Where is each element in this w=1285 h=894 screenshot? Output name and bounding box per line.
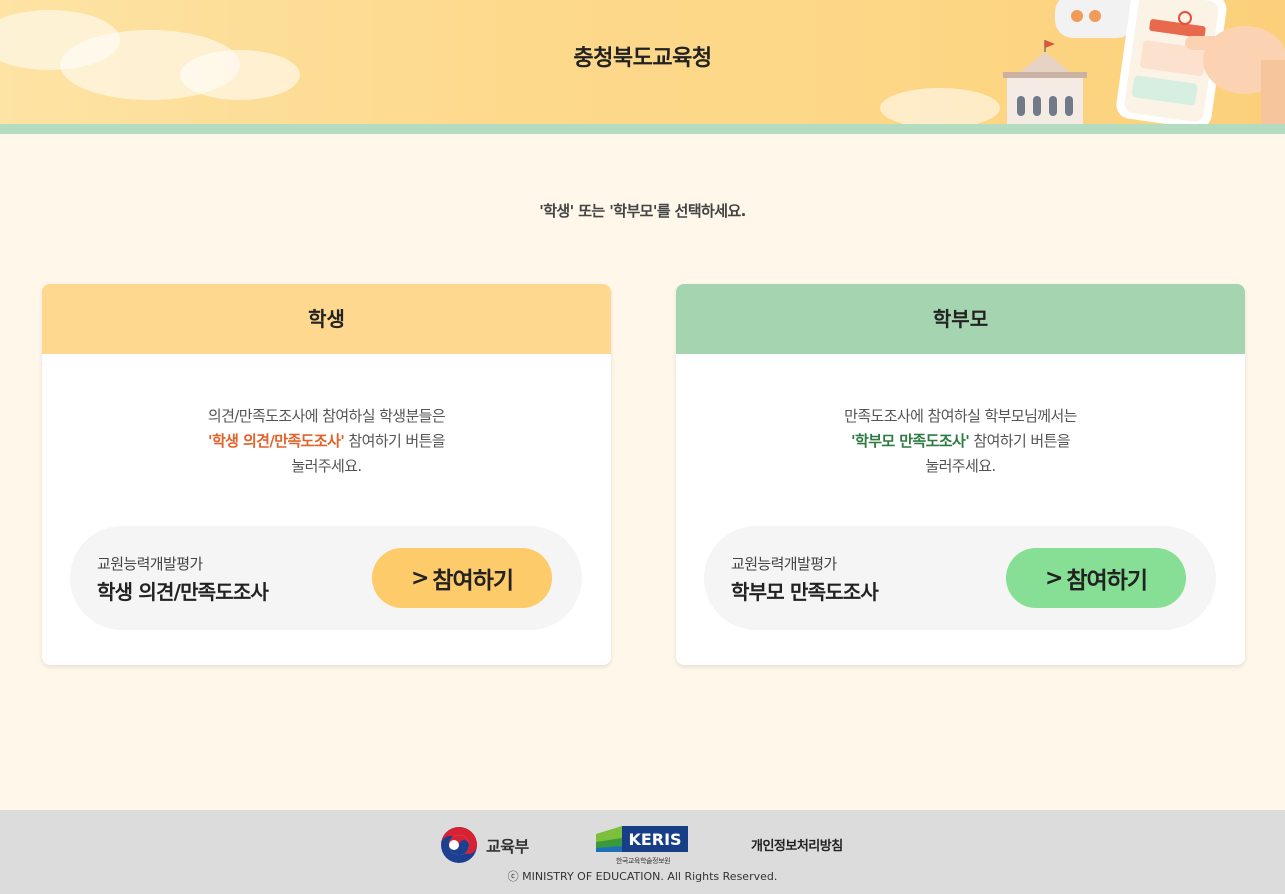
footer: 교육부 KERIS 한국교육학술정보원 개인정보처리방침 ⓒ MINISTRY … [0,810,1285,894]
parent-card-heading: 학부모 [676,284,1245,354]
action-title: 학생 의견/만족도조사 [97,580,269,604]
parent-join-button[interactable]: > 참여하기 [1006,548,1186,608]
header-banner: 충청북도교육청 [0,0,1285,124]
parent-card: 학부모 만족도조사에 참여하실 학부모님께서는 '학부모 만족도조사' 참여하기… [676,284,1245,665]
chevron-right-icon: > [410,565,429,591]
copyright-text: ⓒ MINISTRY OF EDUCATION. All Rights Rese… [507,870,778,883]
banner-stripe [0,124,1285,134]
moe-name: 교육부 [486,837,529,856]
student-card-heading: 학생 [42,284,611,354]
action-subtitle: 교원능력개발평가 [731,555,837,573]
chevron-right-icon: > [1044,565,1063,591]
student-join-button[interactable]: > 참여하기 [372,548,552,608]
action-title: 학부모 만족도조사 [731,580,879,604]
student-card-description: 의견/만족도조사에 참여하실 학생분들은 '학생 의견/만족도조사' 참여하기 … [42,404,611,479]
desc-line-1: 만족도조사에 참여하실 학부모님께서는 [844,407,1077,425]
student-action-box: 교원능력개발평가 학생 의견/만족도조사 > 참여하기 [70,526,582,630]
desc-line-3: 눌러주세요. [925,457,996,475]
site-title: 충청북도교육청 [573,46,712,71]
instruction-text: '학생' 또는 '학부모'를 선택하세요. [539,202,746,220]
desc-highlight: '학부모 만족도조사' [851,432,970,450]
privacy-policy-link[interactable]: 개인정보처리방침 [751,835,843,854]
parent-card-description: 만족도조사에 참여하실 학부모님께서는 '학부모 만족도조사' 참여하기 버튼을… [676,404,1245,479]
desc-highlight: '학생 의견/만족도조사' [207,432,345,450]
moe-emblem-icon [441,827,477,863]
join-button-label: 참여하기 [432,568,514,594]
student-card: 학생 의견/만족도조사에 참여하실 학생분들은 '학생 의견/만족도조사' 참여… [42,284,611,665]
moe-logo: 교육부 [440,826,529,864]
desc-line-3: 눌러주세요. [291,457,362,475]
desc-line-2: 참여하기 버튼을 [969,432,1070,450]
desc-line-1: 의견/만족도조사에 참여하실 학생분들은 [207,407,446,425]
keris-subtitle: 한국교육학술정보원 [615,857,671,865]
keris-name: KERIS [628,830,681,849]
action-subtitle: 교원능력개발평가 [97,555,203,573]
desc-line-2: 참여하기 버튼을 [344,432,446,450]
join-button-label: 참여하기 [1066,568,1148,594]
parent-action-box: 교원능력개발평가 학부모 만족도조사 > 참여하기 [704,526,1216,630]
